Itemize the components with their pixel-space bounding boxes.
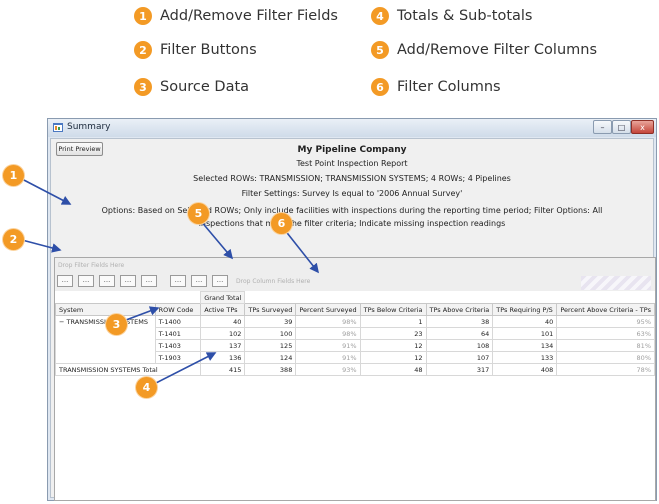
arrow-2 bbox=[21, 239, 62, 253]
callout-arrows bbox=[19, 177, 319, 385]
callout-3: 3 bbox=[106, 314, 127, 335]
callout-1: 1 bbox=[3, 165, 24, 186]
callout-4: 4 bbox=[136, 377, 157, 398]
arrow-3 bbox=[125, 306, 160, 321]
arrow-6 bbox=[283, 228, 319, 274]
callout-2: 2 bbox=[3, 229, 24, 250]
arrow-1 bbox=[19, 177, 72, 205]
callout-6: 6 bbox=[271, 213, 292, 234]
arrow-5 bbox=[199, 219, 234, 260]
arrow-4 bbox=[153, 352, 217, 385]
callout-5: 5 bbox=[188, 203, 209, 224]
